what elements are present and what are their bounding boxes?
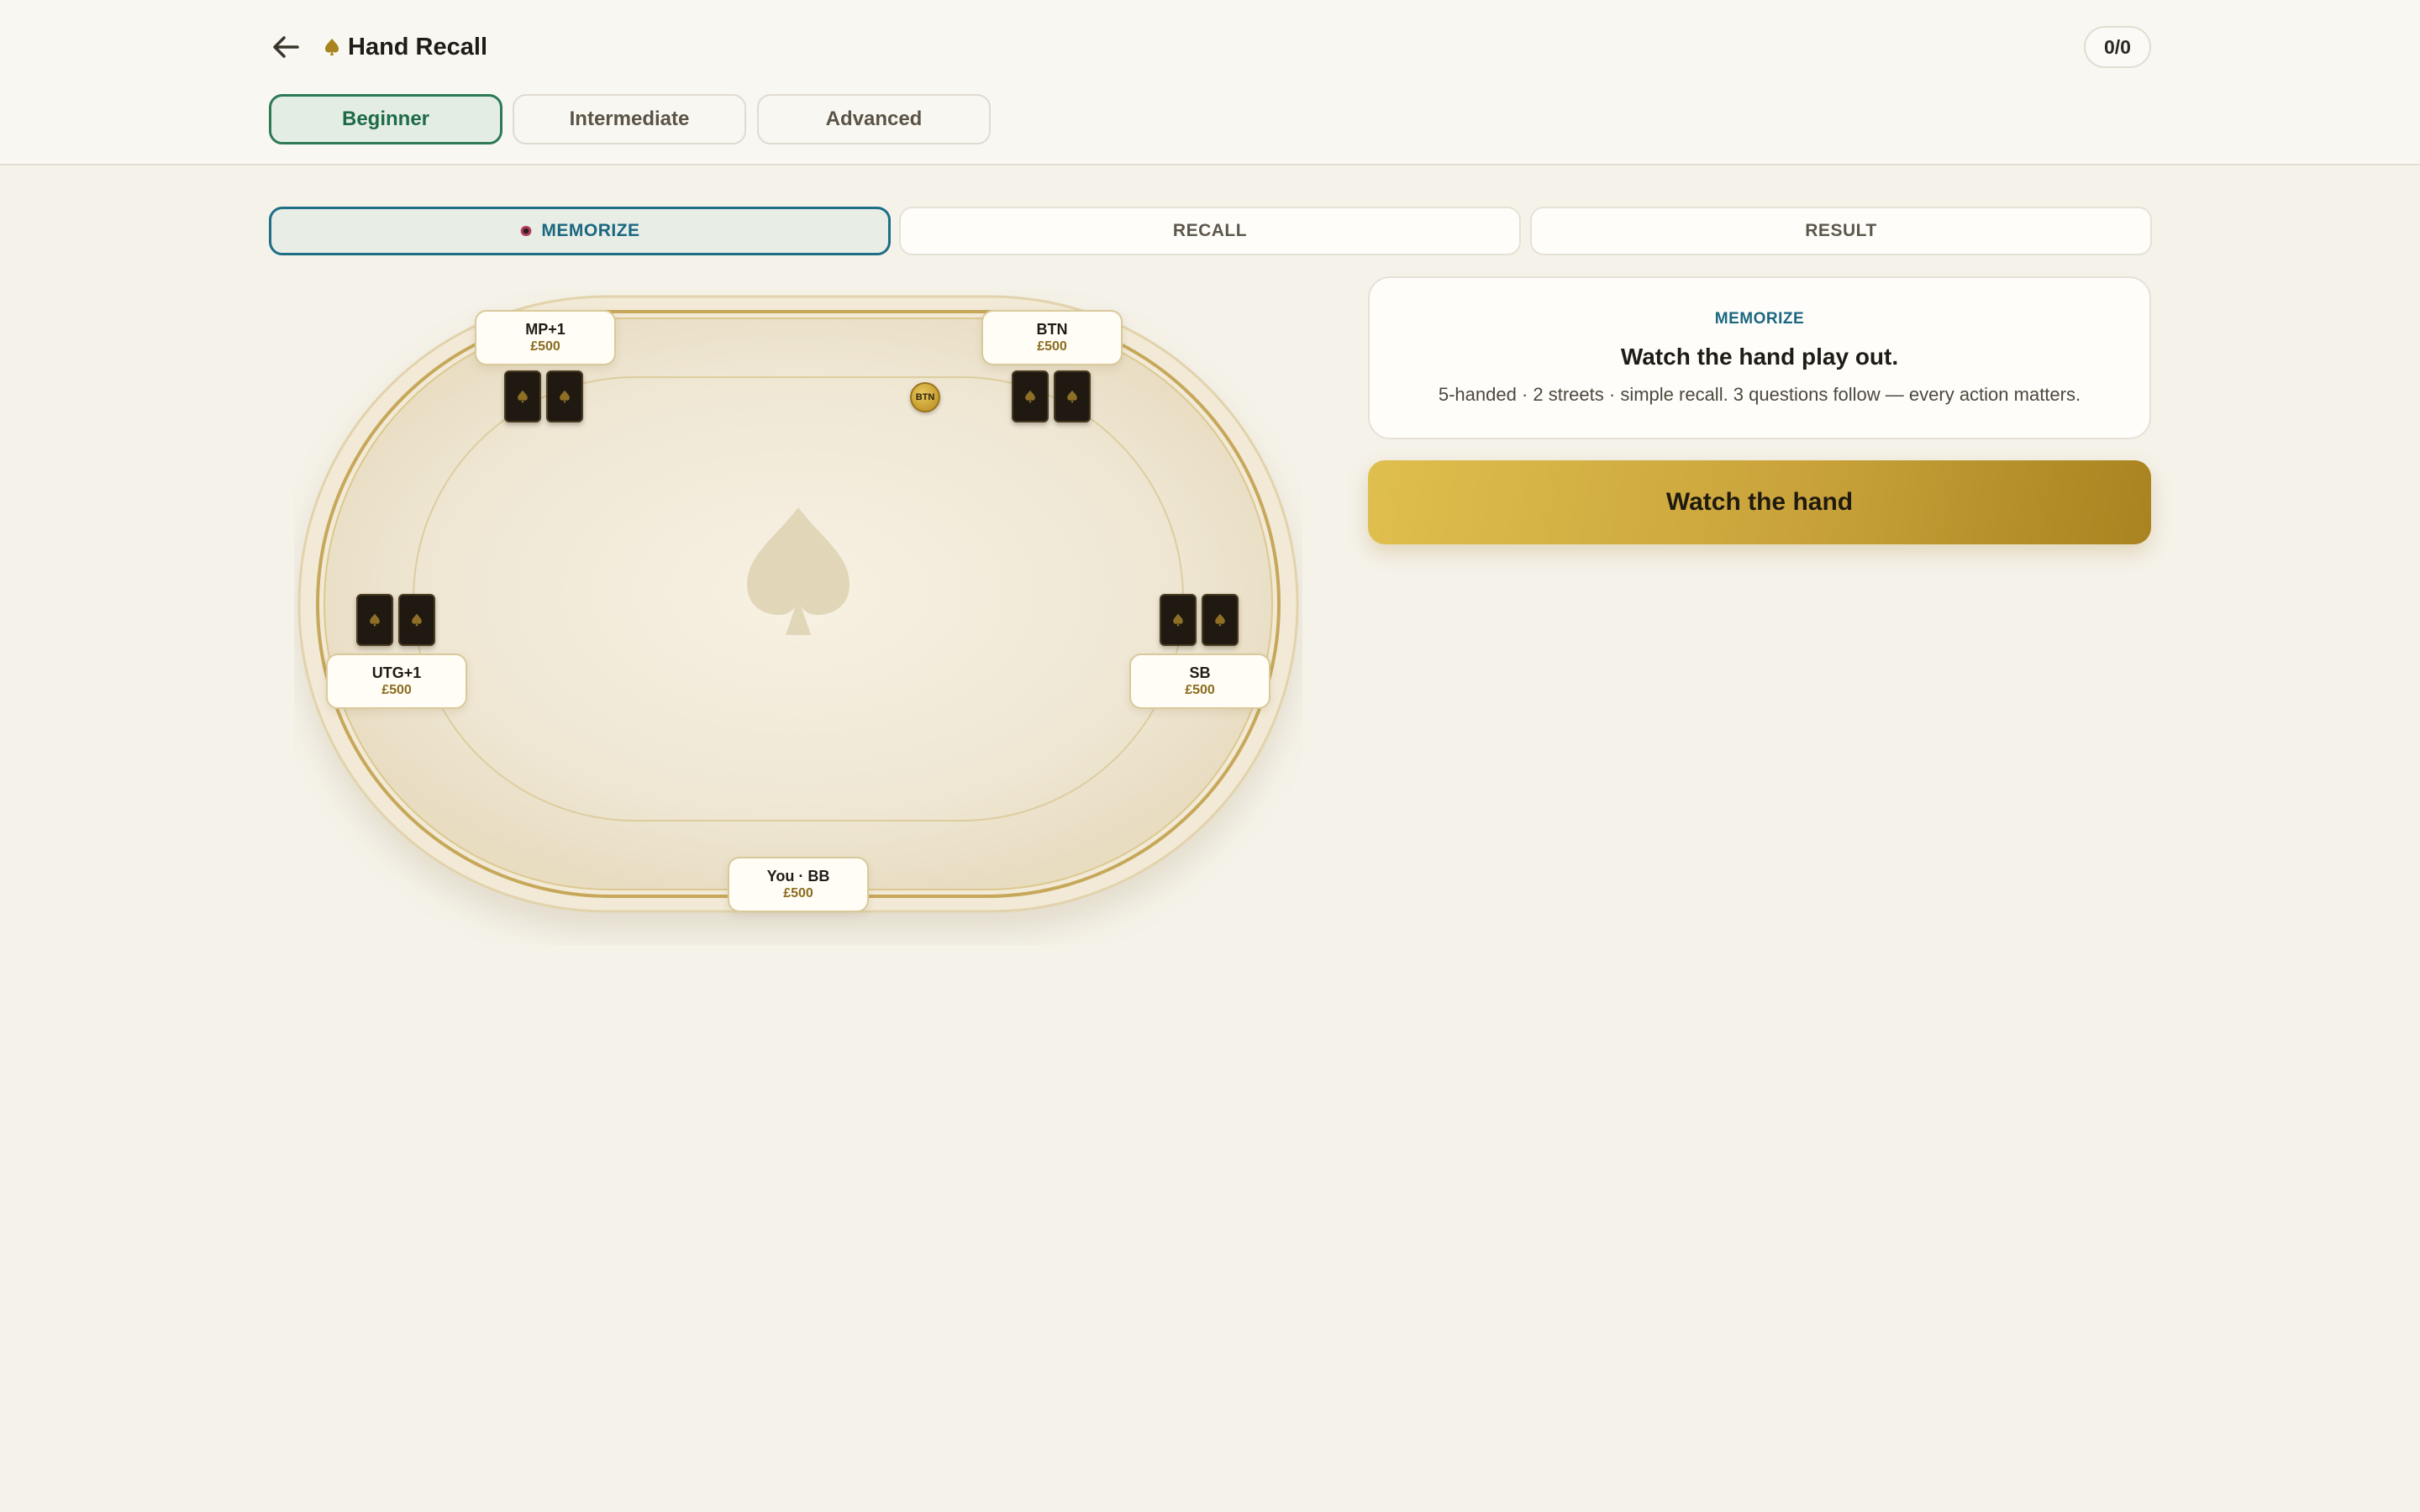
card-back [1054, 370, 1091, 423]
eye-icon [519, 226, 534, 236]
seat-name: SB [1189, 664, 1211, 681]
watch-hand-button[interactable]: Watch the hand [1368, 460, 2151, 544]
seat-name: You · BB [766, 868, 830, 885]
hole-cards-sb [1160, 594, 1239, 646]
spade-icon [325, 39, 339, 55]
seat-stack: £500 [783, 886, 813, 900]
hole-cards-mp1 [504, 370, 583, 423]
hole-cards-btn [1012, 370, 1091, 423]
tab-beginner[interactable]: Beginner [269, 94, 502, 144]
card-back [398, 594, 435, 646]
instruction-card: MEMORIZE Watch the hand play out. 5-hand… [1368, 276, 2151, 439]
progress-counter: 0/0 [2084, 26, 2151, 68]
seat-stack: £500 [1185, 683, 1215, 697]
spade-icon [370, 613, 380, 627]
card-back [356, 594, 393, 646]
card-back [1012, 370, 1049, 423]
spade-icon [1173, 613, 1183, 627]
page-title-group: Hand Recall [324, 29, 487, 66]
seat-stack: £500 [530, 339, 560, 354]
seat-btn[interactable]: BTN £500 [981, 310, 1123, 365]
dealer-button-chip: BTN [910, 382, 940, 412]
card-back [504, 370, 541, 423]
poker-table: MP+1 £500 BTN £500 BTN UTG+1 £500 SB £50… [294, 290, 1302, 945]
seat-sb[interactable]: SB £500 [1129, 654, 1270, 709]
seat-utg1[interactable]: UTG+1 £500 [326, 654, 467, 709]
seat-name: UTG+1 [371, 664, 422, 681]
seat-you-bb[interactable]: You · BB £500 [728, 857, 869, 912]
spade-icon [1067, 390, 1077, 403]
step-recall[interactable]: RECALL [899, 207, 1521, 255]
arrow-left-icon [273, 36, 299, 58]
tab-intermediate[interactable]: Intermediate [513, 94, 746, 144]
seat-name: MP+1 [525, 321, 566, 338]
spade-icon [412, 613, 422, 627]
back-button[interactable] [267, 29, 304, 66]
hole-cards-utg1 [356, 594, 435, 646]
table-spade-icon [747, 507, 850, 635]
top-bar: Hand Recall 0/0 Beginner Intermediate Ad… [0, 0, 2420, 165]
step-result-label: RESULT [1805, 221, 1877, 240]
step-result[interactable]: RESULT [1530, 207, 2152, 255]
seat-stack: £500 [1037, 339, 1067, 354]
card-back [1160, 594, 1197, 646]
spade-icon [560, 390, 570, 403]
instruction-description: 5-handed · 2 streets · simple recall. 3 … [1438, 384, 2081, 405]
phase-label: MEMORIZE [1714, 310, 1805, 328]
spade-icon [1025, 390, 1035, 403]
step-memorize[interactable]: MEMORIZE [269, 207, 891, 255]
step-memorize-label: MEMORIZE [541, 221, 640, 240]
seat-name: BTN [1036, 321, 1068, 338]
card-back [546, 370, 583, 423]
instruction-title: Watch the hand play out. [1620, 344, 1899, 370]
spade-icon [518, 390, 528, 403]
step-recall-label: RECALL [1172, 221, 1248, 240]
seat-stack: £500 [381, 683, 412, 697]
page-title: Hand Recall [348, 33, 487, 60]
card-back [1202, 594, 1239, 646]
spade-icon [1215, 613, 1225, 627]
seat-mp1[interactable]: MP+1 £500 [475, 310, 616, 365]
tab-advanced[interactable]: Advanced [757, 94, 991, 144]
